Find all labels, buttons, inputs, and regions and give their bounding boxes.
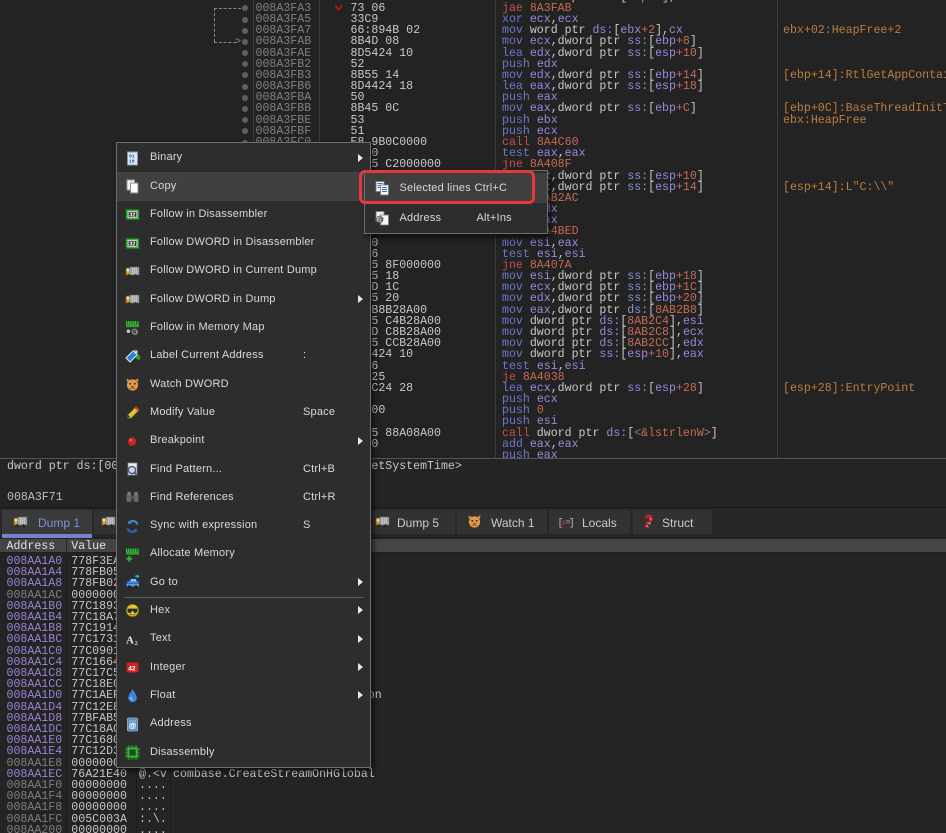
svg-text:@: @ bbox=[133, 330, 139, 335]
svg-text:@: @ bbox=[129, 720, 136, 729]
svg-text:32: 32 bbox=[129, 213, 135, 219]
svg-text:]: ] bbox=[569, 517, 573, 529]
svg-text:10: 10 bbox=[129, 158, 135, 164]
svg-text:32: 32 bbox=[129, 241, 135, 247]
svg-text:@: @ bbox=[377, 217, 383, 224]
svg-text:A: A bbox=[126, 634, 134, 646]
svg-text:2: 2 bbox=[135, 640, 138, 647]
svg-text:42: 42 bbox=[128, 666, 136, 673]
